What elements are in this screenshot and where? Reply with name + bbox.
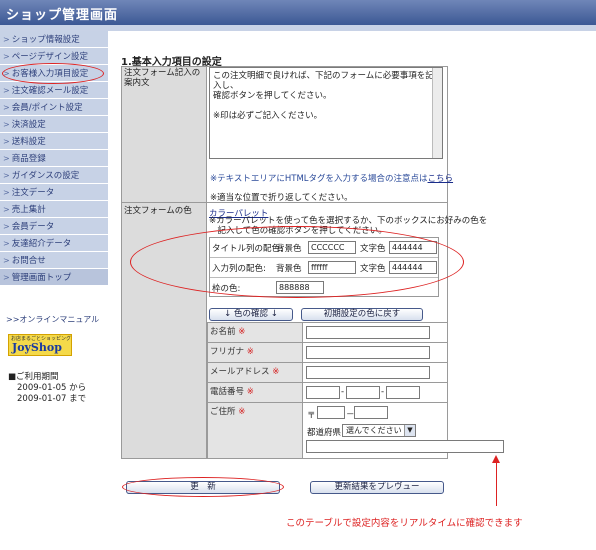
email-label: メールアドレス ※ <box>210 365 279 377</box>
prefecture-select[interactable]: 選んでください ▼ <box>342 424 416 437</box>
wrap-note: ※適当な位置で折り返してください。 <box>210 193 353 203</box>
sidebar-item-label: 売上集計 <box>11 205 46 215</box>
phone-dash: - <box>341 387 345 397</box>
chevron-right-icon: > <box>3 187 10 197</box>
html-tag-note: ※テキストエリアにHTMLタグを入力する場合の注意点はこちら <box>210 172 453 184</box>
chevron-right-icon: > <box>3 119 10 129</box>
sidebar-item-sales[interactable]: > 売上集計 <box>0 201 108 218</box>
app-header: ショップ管理画面 <box>0 0 596 25</box>
sidebar-item-label: 管理画面トップ <box>11 273 72 283</box>
required-mark: ※ <box>238 407 246 417</box>
chevron-right-icon: > <box>3 204 10 214</box>
address-input[interactable] <box>306 440 504 453</box>
sidebar-item-label: 送料設定 <box>11 137 46 147</box>
sidebar-item-label: ページデザイン設定 <box>11 52 89 62</box>
kana-input[interactable] <box>306 346 430 359</box>
html-tag-note-link[interactable]: こちら <box>428 174 454 184</box>
guide-text-label: 注文フォーム記入の案内文 <box>124 68 201 88</box>
sidebar-item-label: 注文確認メール設定 <box>11 86 89 96</box>
email-input[interactable] <box>306 366 430 379</box>
confirm-color-button[interactable]: ↓ 色の確認 ↓ <box>209 308 293 321</box>
sidebar-item-shop-info[interactable]: > ショップ情報設定 <box>0 31 108 48</box>
highlight-ellipse-colors <box>130 226 464 298</box>
chevron-right-icon: > <box>3 136 10 146</box>
chevron-right-icon: > <box>3 272 10 282</box>
sidebar-item-orders[interactable]: > 注文データ <box>0 184 108 201</box>
form-color-label: 注文フォームの色 <box>124 206 192 216</box>
postal-mark: 〒 <box>307 411 316 421</box>
chevron-right-icon: > <box>3 102 10 112</box>
phone-input-1[interactable] <box>306 386 340 399</box>
sidebar-item-label: 友達紹介データ <box>11 239 72 249</box>
guide-textarea[interactable]: この注文明細で良ければ、下記のフォームに必要事項を記入し、 確認ボタンを押してく… <box>209 67 443 159</box>
reset-color-button[interactable]: 初期設定の色に戻す <box>301 308 423 321</box>
sidebar-item-label: 会員データ <box>11 222 55 232</box>
html-tag-note-text: ※テキストエリアにHTMLタグを入力する場合の注意点は <box>210 174 428 184</box>
sidebar-item-order-mail[interactable]: > 注文確認メール設定 <box>0 82 108 99</box>
sidebar-item-inquiries[interactable]: > お問合せ <box>0 252 108 269</box>
zip-input-1[interactable] <box>317 406 345 419</box>
sidebar-item-label: 商品登録 <box>11 154 46 164</box>
annotation-text: このテーブルで設定内容をリアルタイムに確認できます <box>286 518 523 529</box>
sidebar-item-label: お問合せ <box>11 256 46 266</box>
online-manual-link[interactable]: >>オンラインマニュアル <box>6 314 99 325</box>
sidebar-item-label: 注文データ <box>11 188 55 198</box>
chevron-right-icon: > <box>3 255 10 265</box>
sidebar-item-label: 決済設定 <box>11 120 46 130</box>
chevron-right-icon: > <box>3 170 10 180</box>
kana-label-text: フリガナ <box>210 347 245 357</box>
kana-label: フリガナ ※ <box>210 345 254 357</box>
address-label-text: ご住所 <box>210 407 236 417</box>
highlight-ellipse-sidebar <box>2 63 104 84</box>
required-mark: ※ <box>246 387 254 397</box>
sidebar-item-payment[interactable]: > 決済設定 <box>0 116 108 133</box>
name-input[interactable] <box>306 326 430 339</box>
sidebar-item-members[interactable]: > 会員データ <box>0 218 108 235</box>
chevron-down-icon: ▼ <box>404 425 415 436</box>
required-mark: ※ <box>246 347 254 357</box>
sidebar-item-guidance[interactable]: > ガイダンスの設定 <box>0 167 108 184</box>
joyshop-logo[interactable]: お店まるごとショッピング JoyShop <box>8 334 72 356</box>
phone-dash: - <box>381 387 385 397</box>
sidebar-item-referrals[interactable]: > 友達紹介データ <box>0 235 108 252</box>
required-mark: ※ <box>238 327 246 337</box>
sidebar-item-products[interactable]: > 商品登録 <box>0 150 108 167</box>
required-mark: ※ <box>272 367 280 377</box>
zip-input-2[interactable] <box>354 406 388 419</box>
row-divider <box>207 362 448 363</box>
usage-period-to: 2009-01-07 まで <box>17 394 87 404</box>
chevron-right-icon: > <box>3 34 10 44</box>
email-label-text: メールアドレス <box>210 367 270 377</box>
phone-input-3[interactable] <box>386 386 420 399</box>
row-divider <box>207 342 448 343</box>
highlight-ellipse-update <box>122 477 284 497</box>
prefecture-select-value: 選んでください <box>346 426 402 435</box>
chevron-right-icon: > <box>3 238 10 248</box>
chevron-right-icon: > <box>3 85 10 95</box>
sidebar-item-shipping[interactable]: > 送料設定 <box>0 133 108 150</box>
sidebar-item-admin-top[interactable]: > 管理画面トップ <box>0 269 108 286</box>
row-divider <box>207 382 448 383</box>
arrow-shaft <box>496 462 497 506</box>
chevron-right-icon: > <box>3 153 10 163</box>
sidebar-item-member-points[interactable]: > 会員/ポイント設定 <box>0 99 108 116</box>
name-label: お名前 ※ <box>210 325 245 337</box>
page-title: ショップ管理画面 <box>6 8 119 23</box>
prefecture-label: 都道府県 <box>307 428 342 438</box>
phone-label: 電話番号 ※ <box>210 385 254 397</box>
name-label-text: お名前 <box>210 327 236 337</box>
chevron-right-icon: > <box>3 51 10 61</box>
phone-input-2[interactable] <box>346 386 380 399</box>
chevron-right-icon: > <box>3 221 10 231</box>
textarea-scrollbar[interactable] <box>432 68 442 158</box>
logo-text: JoyShop <box>12 341 62 354</box>
sidebar-item-label: ガイダンスの設定 <box>11 171 80 181</box>
row-divider <box>207 402 448 403</box>
preview-button[interactable]: 更新結果をプレヴュー <box>310 481 444 494</box>
sidebar-item-label: ショップ情報設定 <box>11 35 80 45</box>
sidebar-item-label: 会員/ポイント設定 <box>11 103 83 113</box>
address-label: ご住所 ※ <box>210 405 245 417</box>
phone-label-text: 電話番号 <box>210 387 245 397</box>
